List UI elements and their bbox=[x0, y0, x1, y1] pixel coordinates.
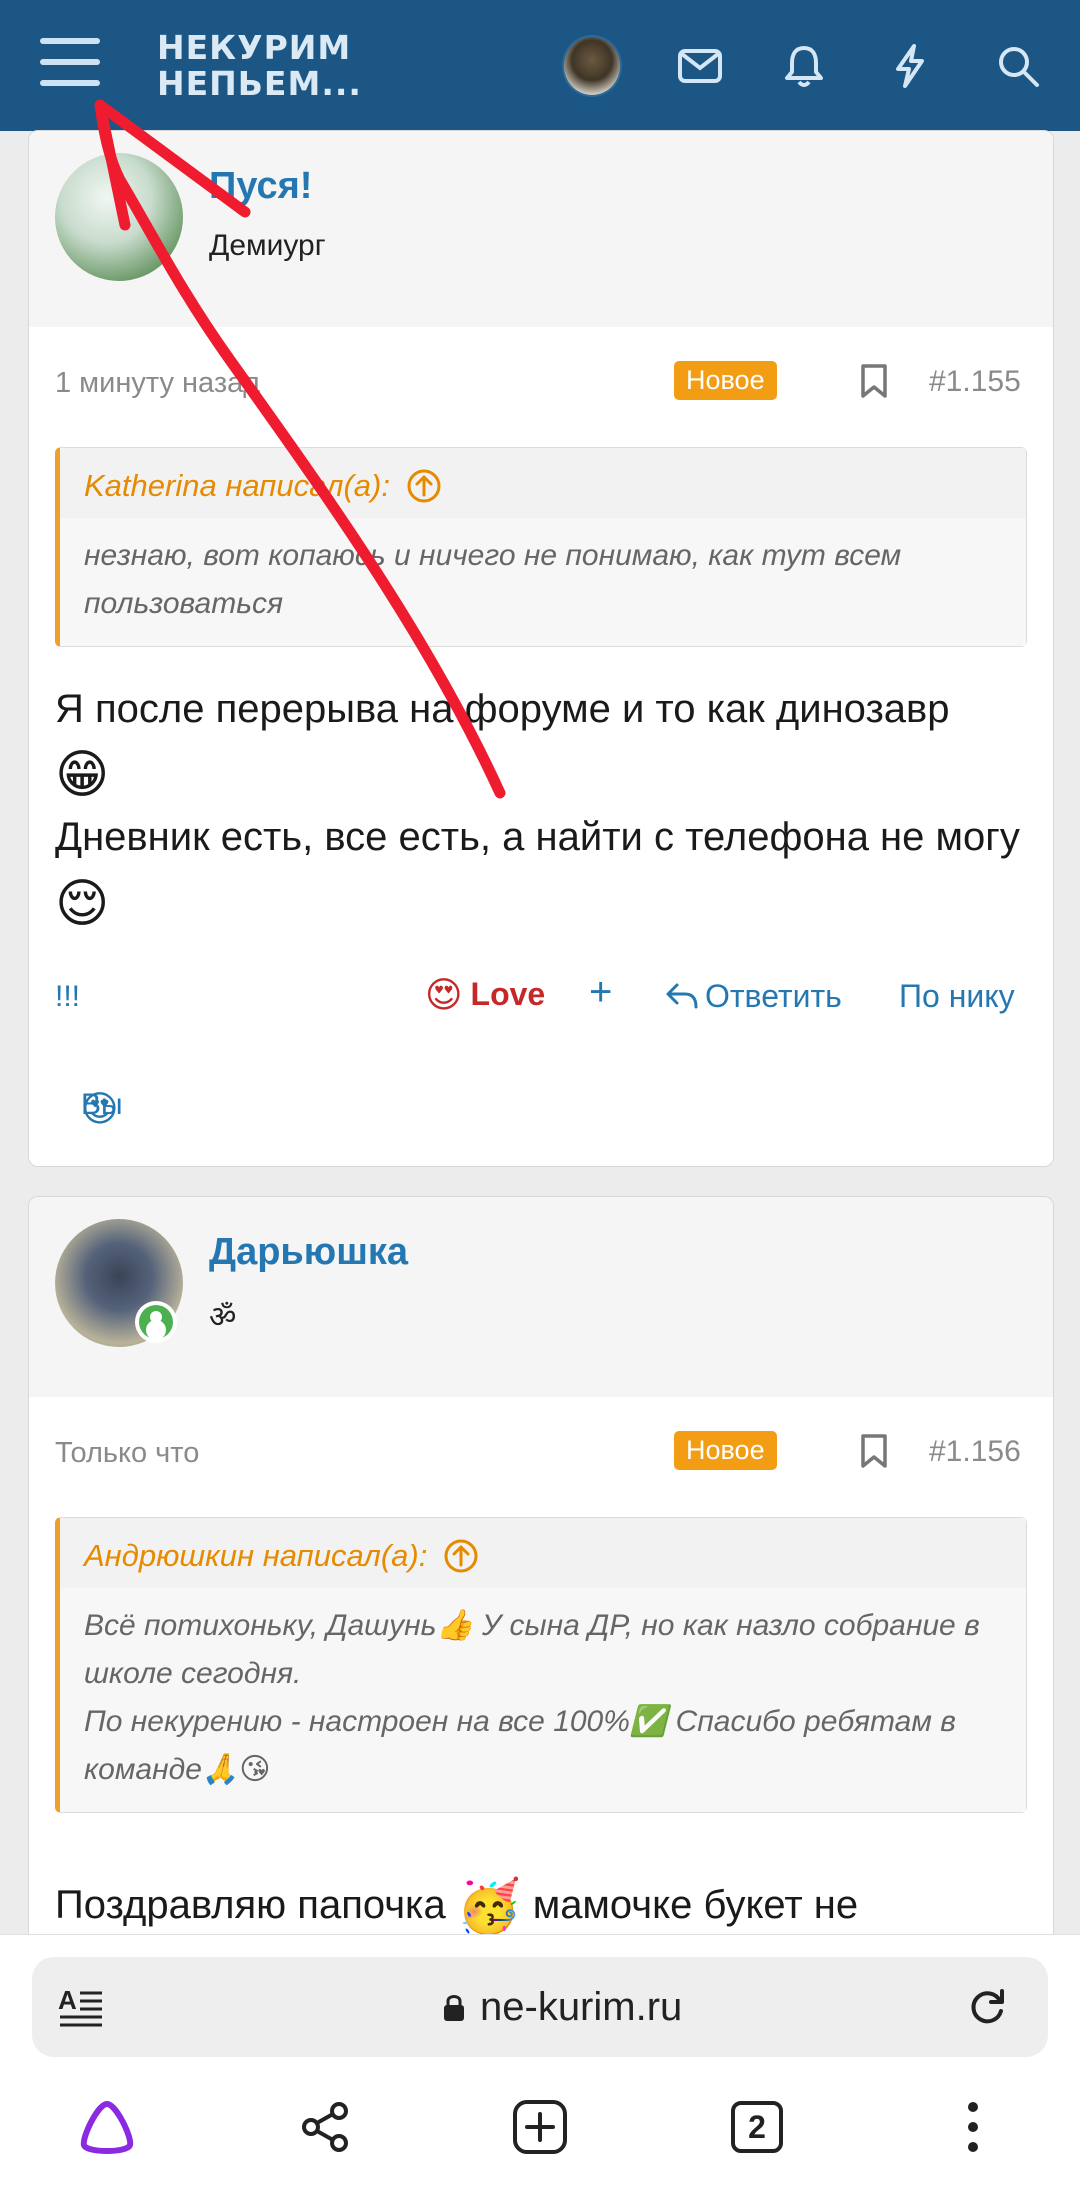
message-line-1b: мамочке букет не bbox=[532, 1883, 859, 1927]
message-line-1: Поздравляю папочка bbox=[55, 1883, 446, 1927]
more-menu-icon[interactable] bbox=[938, 2092, 1008, 2162]
post-1156: Дарьюшка ॐ Только что Новое #1.156 Андрю… bbox=[28, 1196, 1054, 1958]
quote-line-1: Всё потихоньку, Дашунь👍 У сына ДР, но ка… bbox=[84, 1609, 980, 1690]
grin-emoji-icon: 😁 bbox=[55, 746, 110, 805]
exclaim-link[interactable]: !!! bbox=[55, 980, 80, 1014]
post-1155: Пуся! Демиург 1 минуту назад Новое #1.15… bbox=[28, 130, 1054, 1167]
post-time[interactable]: Только что bbox=[55, 1437, 199, 1470]
site-logo[interactable]: НЕКУРИМ НЕПЬЕМ... bbox=[157, 30, 362, 102]
logo-line-1: НЕКУРИМ bbox=[157, 28, 352, 67]
new-badge: Новое bbox=[674, 1431, 777, 1470]
post-time[interactable]: 1 минуту назад bbox=[55, 367, 260, 400]
message-line-1: Я после перерыва на форуме и то как дино… bbox=[55, 687, 950, 731]
alice-assistant-icon[interactable] bbox=[72, 2092, 142, 2162]
author-name[interactable]: Пуся! bbox=[209, 165, 312, 208]
bookmark-icon[interactable] bbox=[859, 363, 889, 404]
reader-mode-icon[interactable]: A bbox=[58, 1985, 104, 2032]
mail-icon[interactable] bbox=[670, 36, 730, 96]
browser-bottom-nav: 2 bbox=[0, 2064, 1080, 2187]
post-meta: 1 минуту назад Новое #1.155 bbox=[29, 327, 1053, 419]
author-name[interactable]: Дарьюшка bbox=[209, 1231, 408, 1274]
share-icon[interactable] bbox=[290, 2092, 360, 2162]
quote-block: Katherina написал(а): незнаю, вот копаюс… bbox=[55, 447, 1027, 647]
reply-icon bbox=[666, 983, 698, 1009]
reply-button[interactable]: Ответить bbox=[665, 978, 842, 1015]
quote-header: Katherina написал(а): bbox=[60, 448, 1026, 518]
post-actions: !!! 😍 Love + Ответить По нику bbox=[29, 934, 1053, 1044]
tabs-button[interactable]: 2 bbox=[722, 2092, 792, 2162]
heart-eyes-icon: 😍 bbox=[425, 973, 463, 1015]
tab-count: 2 bbox=[731, 2101, 783, 2153]
love-reaction-button[interactable]: 😍 Love bbox=[425, 974, 545, 1016]
quote-text: незнаю, вот копаюсь и ничего не понимаю,… bbox=[60, 518, 1026, 646]
add-reaction-button[interactable]: + bbox=[589, 970, 612, 1015]
user-avatar-button[interactable] bbox=[562, 35, 622, 97]
svg-text:A: A bbox=[58, 1985, 77, 2015]
quote-author[interactable]: Андрюшкин написал(а): bbox=[84, 1538, 427, 1574]
menu-icon[interactable] bbox=[40, 38, 100, 90]
message-line-2: Дневник есть, все есть, а найти с телефо… bbox=[55, 815, 1020, 860]
post-author-block: Дарьюшка ॐ bbox=[29, 1197, 1053, 1397]
author-title: ॐ bbox=[209, 1301, 237, 1334]
post-meta: Только что Новое #1.156 bbox=[29, 1397, 1053, 1489]
post-number[interactable]: #1.155 bbox=[929, 365, 1021, 399]
bolt-icon[interactable] bbox=[880, 36, 940, 96]
quote-by-nick-button[interactable]: По нику bbox=[899, 978, 1015, 1015]
search-icon[interactable] bbox=[988, 36, 1048, 96]
quote-header: Андрюшкин написал(а): bbox=[60, 1518, 1026, 1588]
address-bar[interactable]: A ne-kurim.ru bbox=[32, 1957, 1048, 2057]
quote-text: Всё потихоньку, Дашунь👍 У сына ДР, но ка… bbox=[60, 1588, 1026, 1812]
lock-icon bbox=[444, 1994, 464, 2021]
author-title: Демиург bbox=[209, 229, 326, 262]
bookmark-icon[interactable] bbox=[859, 1433, 889, 1474]
quote-author[interactable]: Katherina написал(а): bbox=[84, 468, 390, 504]
quote-block: Андрюшкин написал(а): Всё потихоньку, Да… bbox=[55, 1517, 1027, 1813]
logo-line-2: НЕПЬЕМ... bbox=[157, 64, 362, 103]
site-header: НЕКУРИМ НЕПЬЕМ... bbox=[0, 0, 1080, 131]
new-badge: Новое bbox=[674, 361, 777, 400]
sleepy-emoji-icon: 😌 bbox=[55, 874, 110, 933]
bell-icon[interactable] bbox=[774, 36, 834, 96]
post-message: Поздравляю папочка 🥳 мамочке букет не bbox=[29, 1813, 1053, 1937]
avatar bbox=[562, 35, 622, 97]
author-avatar[interactable] bbox=[55, 153, 183, 281]
post-number[interactable]: #1.156 bbox=[929, 1435, 1021, 1469]
post-message: Я после перерыва на форуме и то как дино… bbox=[29, 647, 1053, 934]
online-status-icon bbox=[135, 1301, 177, 1343]
reply-label: Ответить bbox=[705, 977, 842, 1014]
quote-line-2: По некурению - настроен на все 100%✅ Спа… bbox=[84, 1705, 956, 1786]
reload-icon[interactable] bbox=[968, 1987, 1008, 2032]
dancing-smiley-icon: 🥳 bbox=[456, 1878, 522, 1937]
post-author-block: Пуся! Демиург bbox=[29, 131, 1053, 327]
arrow-up-circle-icon[interactable] bbox=[406, 468, 442, 504]
url-text: ne-kurim.ru bbox=[480, 1985, 683, 2029]
url-display[interactable]: ne-kurim.ru bbox=[442, 1985, 682, 2030]
love-label: Love bbox=[470, 976, 546, 1013]
browser-address-area: A ne-kurim.ru bbox=[0, 1934, 1080, 2065]
arrow-up-circle-icon[interactable] bbox=[443, 1538, 479, 1574]
reactions-summary[interactable]: 😍 Вы bbox=[29, 1044, 1053, 1144]
reacted-by: Вы bbox=[81, 1087, 123, 1121]
new-tab-icon[interactable] bbox=[505, 2092, 575, 2162]
